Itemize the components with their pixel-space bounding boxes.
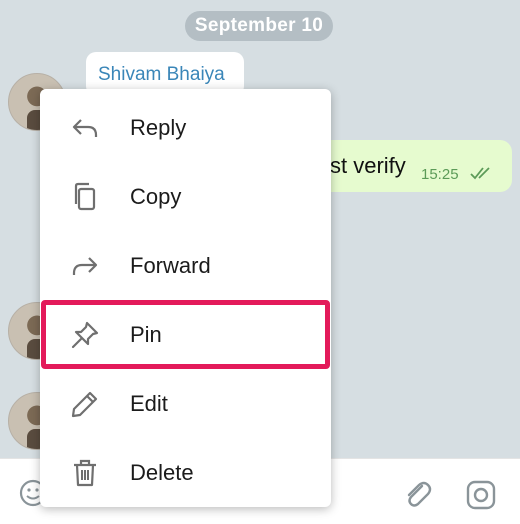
outgoing-message-text: st verify (330, 153, 406, 178)
pin-icon (71, 321, 99, 348)
copy-icon (74, 182, 96, 210)
double-check-icon (470, 167, 490, 180)
menu-item-label: Edit (130, 390, 168, 416)
menu-item-delete[interactable]: Delete (40, 438, 331, 507)
menu-item-label: Delete (130, 459, 194, 485)
menu-item-pin[interactable]: Pin (40, 300, 331, 369)
reply-icon (72, 118, 98, 137)
sender-name: Shivam Bhaiya (98, 64, 225, 85)
date-separator: September 10 (185, 11, 333, 41)
message-context-menu: Reply Copy Forward Pin Edit Delete (40, 89, 331, 507)
menu-item-label: Forward (130, 252, 211, 278)
message-timestamp: 15:25 (421, 166, 459, 183)
menu-item-label: Pin (130, 321, 162, 347)
menu-item-label: Copy (130, 183, 182, 209)
menu-item-label: Reply (130, 114, 187, 140)
menu-item-copy[interactable]: Copy (40, 162, 331, 231)
menu-item-edit[interactable]: Edit (40, 369, 331, 438)
forward-icon (72, 256, 98, 275)
paperclip-icon[interactable] (400, 477, 434, 511)
pencil-icon (71, 391, 98, 417)
camera-icon[interactable] (464, 478, 498, 512)
menu-item-reply[interactable]: Reply (40, 93, 331, 162)
trash-icon (74, 459, 96, 486)
menu-item-forward[interactable]: Forward (40, 231, 331, 300)
